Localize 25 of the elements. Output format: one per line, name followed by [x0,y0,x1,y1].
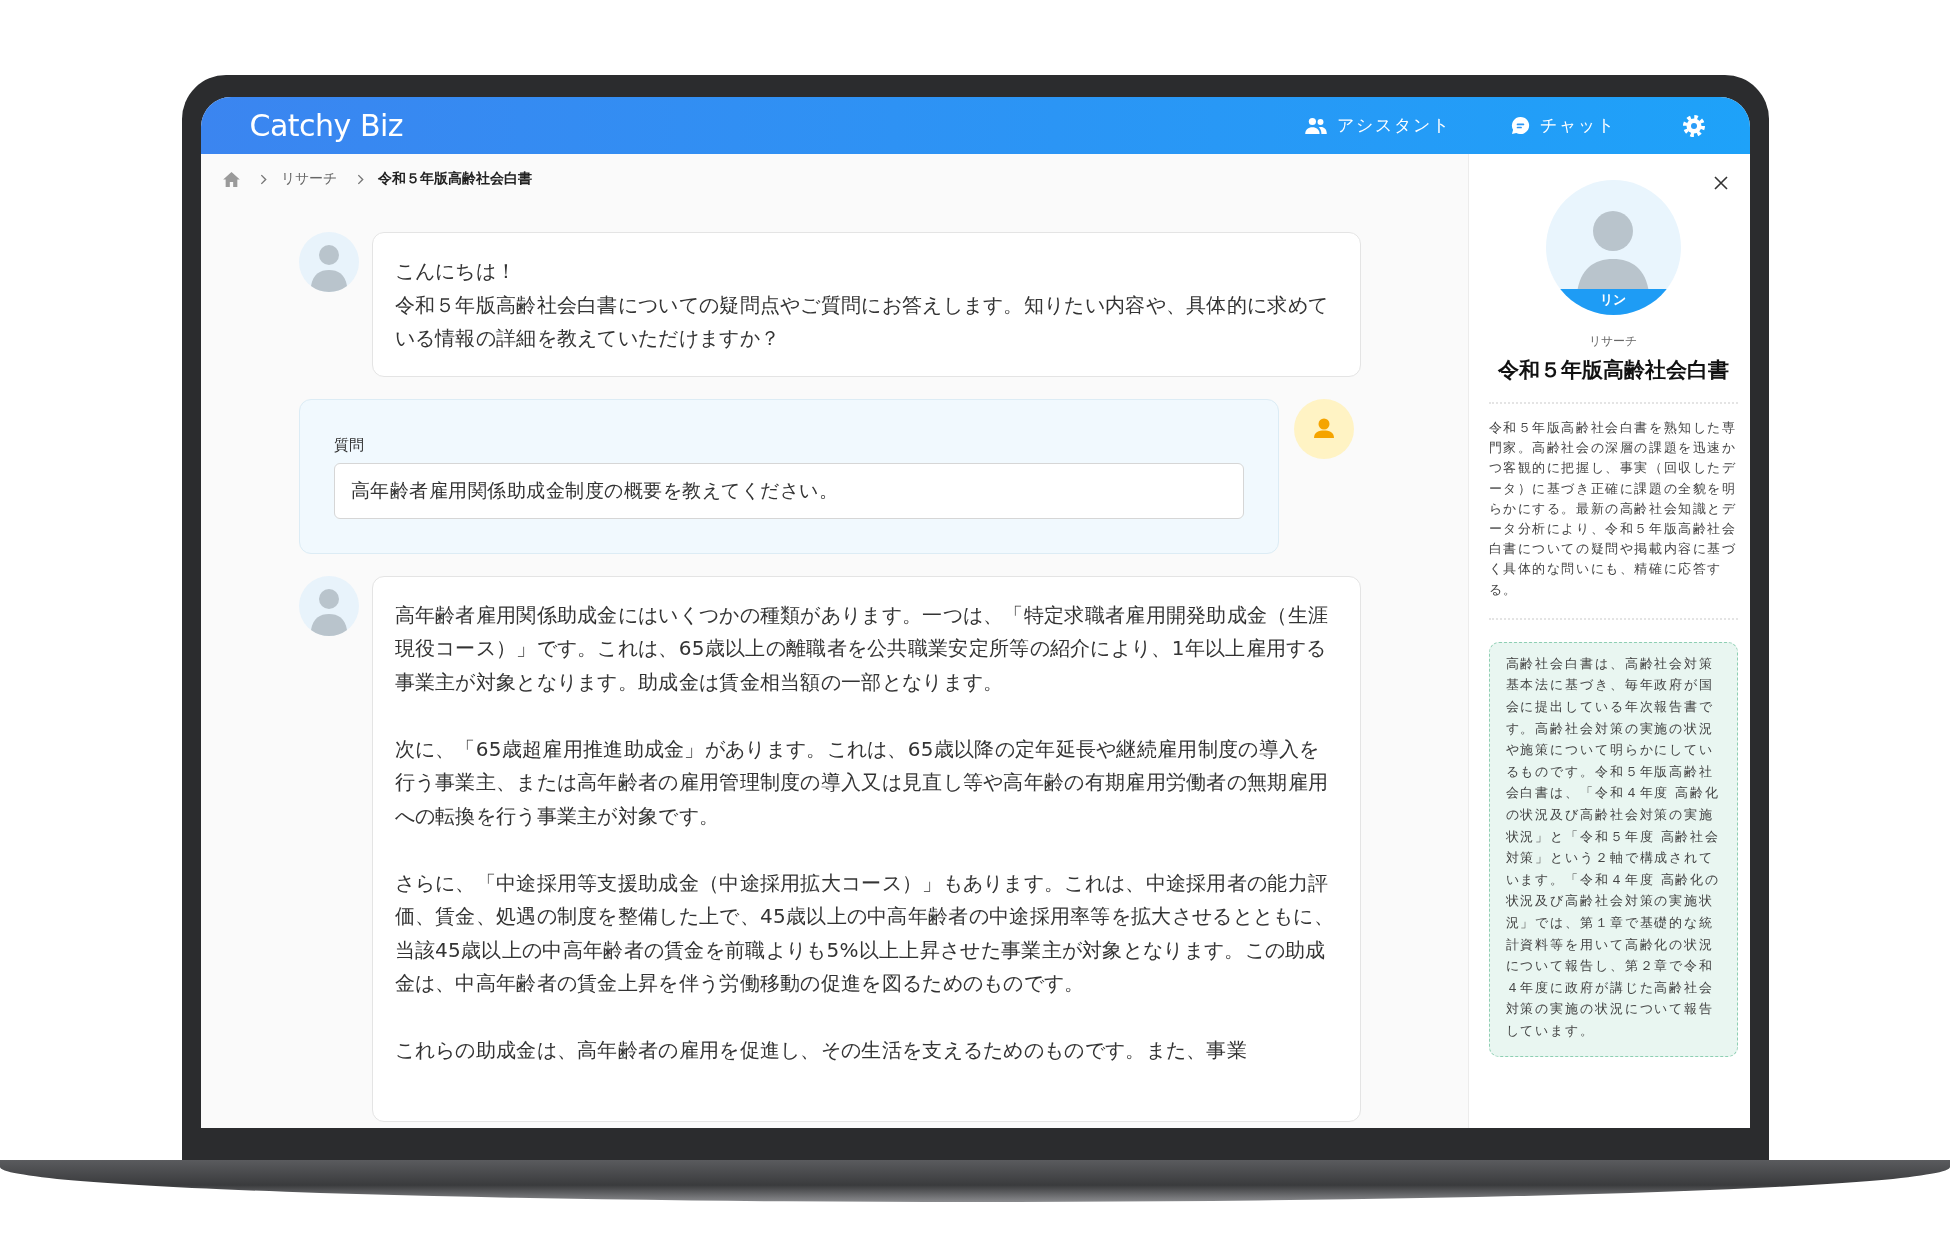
breadcrumb-item[interactable]: 令和５年版高齢社会白書 [377,170,532,188]
home-icon[interactable] [222,171,240,187]
assistant-title: 令和５年版高齢社会白書 [1497,357,1729,384]
assistant-description: 令和５年版高齢社会白書を熟知した専門家。高齢社会の深層の課題を迅速かつ客観的に把握し、事実（回収したデータ）に基づき正確に課題の全貌を明らかにする。最新の高齢社会知識とデータ分析により、令和５年版高齢社会白書についての疑問や掲載内容に基づく具体的な問いにも、精確に応答する。 [1488,419,1738,599]
logo: Catchy Biz [249,108,404,143]
message-text: 次に、「65歳超雇用推進助成金」があります。これは、65歳以降の定年延長や継続雇用制度の導入を行う事業主、または高年齢者の雇用管理制度の導入又は見直し等や高年齢の有期雇用労働者の無期雇用への転換を行う事業主が対象です。 [394,735,1330,830]
user-avatar-icon [1293,398,1354,459]
message-text: さらに、「中途採用等支援助成金（中途採用拡大コース）」もあります。これは、中途採用者の能力評価、賃金、処遇の制度を整備した上で、45歳以上の中高年齢者の中途採用率等を拡大させるとともに、当該45歳以上の中高年齢者の賃金を前職よりも5%以上上昇させた事業主が対象となります。この助成金は、中高年齢者の賃金上昇を伴う労働移動の促進を図るためのものです。 [394,869,1336,997]
message-text: 高年齢者雇用関係助成金にはいくつかの種類があります。一つは、「特定求職者雇用開発助成金（生涯現役コース）」です。これは、65歳以上の離職者を公共職業安定所等の紹介により、1年以上雇用する事業主が対象となります。助成金は賃金相当額の一部となります。 [394,601,1330,696]
category-label: リサーチ [1589,333,1637,350]
question-label: 質問 [333,435,365,455]
assistant-avatar [298,232,359,292]
close-icon[interactable] [1713,176,1728,190]
message-text: 令和５年版高齢社会白書についての疑問点やご質問にお答えします。知りたい内容や、具体的に求めている情報の詳細を教えていただけますか？ [394,291,1330,352]
chevron-right-icon [259,173,267,185]
note-text: 高齢社会白書は、高齢社会対策基本法に基づき、毎年政府が国会に提出している年次報告書です。高齢社会対策の実施の状況や施策について明らかにしているものです。令和５年版高齢社会白書は、「令和４年度 高齢化の状況及び高齢社会対策の実施状況」と「令和５年度 高齢社会対策」という２軸で構成されています。「令和４年度 高齢化の状況及び高齢社会対策の実施状況」では、第１章で基礎的な統計資料等を用いて高齢化の状況について報告し、第２章で令和４年度に政府が講じた高齢社会対策の実施の状況について報告しています。 [1505,655,1721,1038]
chevron-right-icon [356,173,364,185]
settings-icon[interactable] [1681,113,1706,138]
assistant-avatar [298,575,359,636]
breadcrumb-item[interactable]: リサーチ [280,170,337,188]
question-field[interactable]: 高年齢者雇用関係助成金制度の概要を教えてください。 [333,462,1244,519]
message-text: こんにちは！ [394,258,518,285]
people-icon [1304,116,1327,135]
message-text: これらの助成金は、高年齢者の雇用を促進し、その生活を支えるためのものです。また、事業 [394,1037,1249,1064]
chat-bubble-icon [1510,116,1530,135]
